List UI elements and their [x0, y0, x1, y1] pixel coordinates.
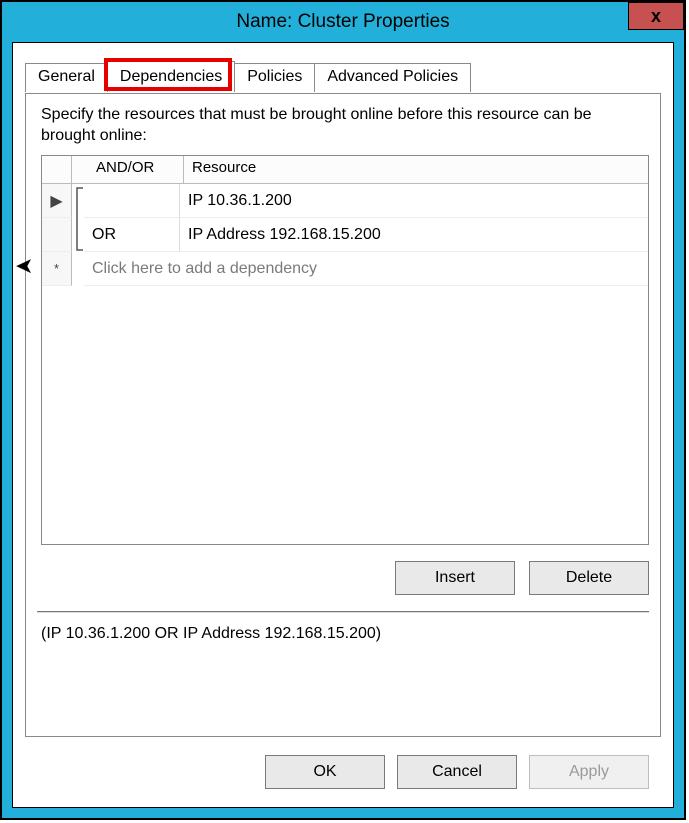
- ok-button[interactable]: OK: [265, 755, 385, 789]
- row-marker-icon: ▶: [42, 184, 72, 218]
- grid-header-marker: [42, 156, 72, 184]
- grid-row[interactable]: OR IP Address 192.168.15.200: [42, 218, 648, 252]
- new-row-placeholder[interactable]: Click here to add a dependency: [84, 252, 648, 286]
- row-bracket: [72, 252, 84, 286]
- cell-resource[interactable]: IP Address 192.168.15.200: [180, 218, 648, 252]
- instruction-text: Specify the resources that must be broug…: [41, 105, 649, 147]
- row-bracket: [72, 218, 84, 252]
- tab-policies[interactable]: Policies: [234, 63, 315, 92]
- grid-header-bracket: [72, 156, 88, 184]
- grid-header-resource[interactable]: Resource: [184, 156, 648, 184]
- tab-strip: General Dependencies Policies Advanced P…: [25, 61, 470, 92]
- window-title: Name: Cluster Properties: [236, 11, 449, 33]
- separator: [37, 611, 649, 613]
- close-icon: x: [651, 6, 661, 27]
- grid-row[interactable]: ▶ IP 10.36.1.200: [42, 184, 648, 218]
- new-row-marker-icon: *: [42, 252, 72, 286]
- window-frame: Name: Cluster Properties x ➤ General Dep…: [0, 0, 686, 820]
- grid-new-row[interactable]: * Click here to add a dependency: [42, 252, 648, 286]
- dependencies-grid[interactable]: AND/OR Resource ▶ IP 10.36.1.200 OR IP A…: [41, 155, 649, 545]
- dialog-button-row: OK Cancel Apply: [265, 755, 649, 789]
- titlebar: Name: Cluster Properties x: [2, 2, 684, 42]
- cell-andor[interactable]: [84, 184, 180, 218]
- grid-header-andor[interactable]: AND/OR: [88, 156, 184, 184]
- mouse-cursor-icon: ➤: [15, 253, 33, 279]
- tab-general[interactable]: General: [25, 63, 108, 92]
- tab-advanced-policies[interactable]: Advanced Policies: [314, 63, 471, 92]
- row-bracket: [72, 184, 84, 218]
- dependency-expression: (IP 10.36.1.200 OR IP Address 192.168.15…: [41, 625, 381, 643]
- insert-button[interactable]: Insert: [395, 561, 515, 595]
- cancel-button[interactable]: Cancel: [397, 755, 517, 789]
- cell-andor[interactable]: OR: [84, 218, 180, 252]
- grid-header-row: AND/OR Resource: [42, 156, 648, 184]
- delete-button[interactable]: Delete: [529, 561, 649, 595]
- grid-button-row: Insert Delete: [395, 561, 649, 595]
- row-marker-icon: [42, 218, 72, 252]
- close-button[interactable]: x: [628, 2, 684, 30]
- apply-button[interactable]: Apply: [529, 755, 649, 789]
- tab-dependencies[interactable]: Dependencies: [107, 61, 235, 92]
- client-area: ➤ General Dependencies Policies Advanced…: [12, 42, 674, 808]
- cell-resource[interactable]: IP 10.36.1.200: [180, 184, 648, 218]
